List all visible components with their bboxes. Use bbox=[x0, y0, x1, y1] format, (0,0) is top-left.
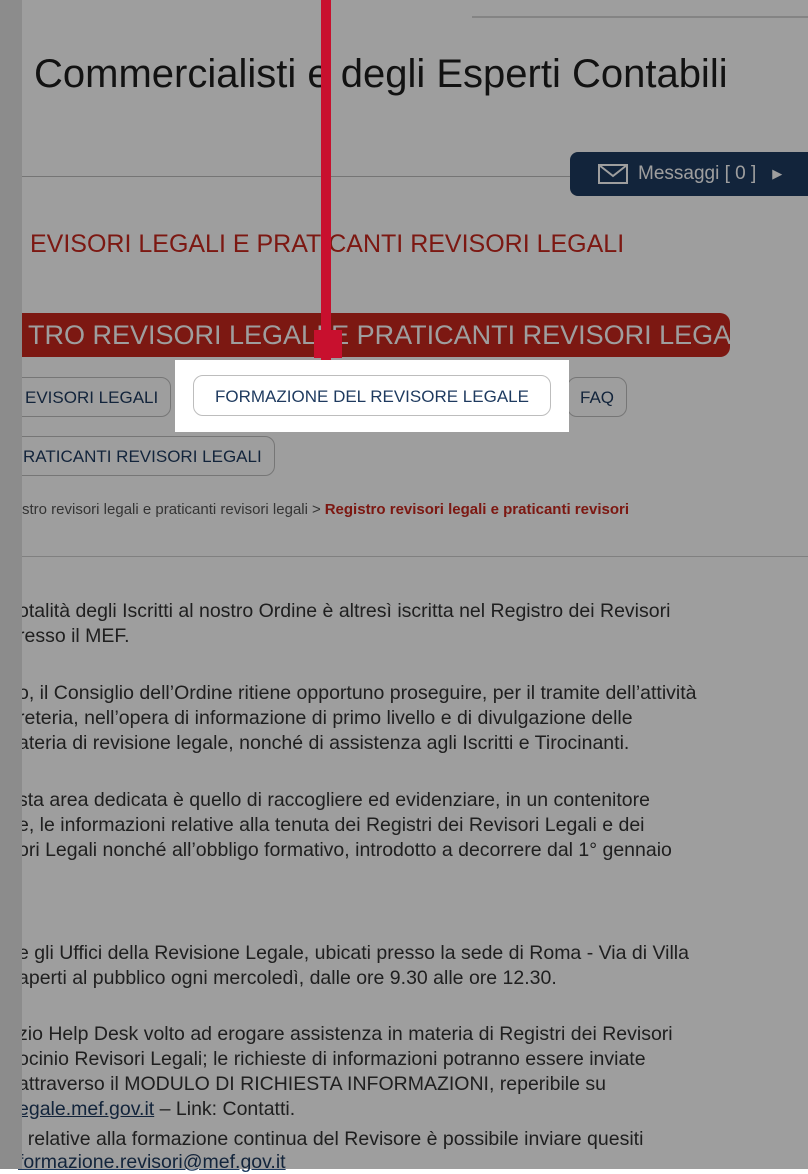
content-line: e gli Uffici della Revisione Legale, ubi… bbox=[18, 942, 689, 964]
breadcrumb-separator: > bbox=[311, 501, 321, 518]
content-line: o, il Consiglio dell’Ordine ritiene oppo… bbox=[18, 682, 697, 704]
tab-formazione-revisore-legale[interactable]: FORMAZIONE DEL REVISORE LEGALE bbox=[193, 375, 551, 416]
tab-revisori-legali[interactable]: EVISORI LEGALI bbox=[12, 377, 172, 417]
content-line: aperti al pubblico ogni mercoledì, dalle… bbox=[18, 967, 557, 989]
content-line: resso il MEF. bbox=[18, 625, 130, 647]
content-line: ocinio Revisori Legali; le richieste di … bbox=[18, 1048, 646, 1070]
content-line: formazione.revisori@mef.gov.it bbox=[18, 1150, 808, 1174]
content-line: sta area dedicata è quello di raccoglier… bbox=[18, 789, 650, 811]
messages-button[interactable]: Messaggi [ 0 ] ▶ bbox=[570, 152, 808, 196]
pointer-marker bbox=[314, 330, 342, 358]
content-line: attraverso il MODULO DI RICHIESTA INFORM… bbox=[18, 1073, 606, 1095]
tab-praticanti-revisori-legali[interactable]: RATICANTI REVISORI LEGALI bbox=[10, 436, 275, 476]
content-line: ori Legali nonché all’obbligo formativo,… bbox=[18, 839, 672, 861]
caret-right-icon: ▶ bbox=[772, 166, 783, 181]
email-link[interactable]: formazione.revisori@mef.gov.it bbox=[18, 1151, 286, 1173]
tab-faq[interactable]: FAQ bbox=[567, 377, 628, 417]
top-bar bbox=[0, 0, 808, 18]
mef-site-link[interactable]: egale.mef.gov.it bbox=[18, 1098, 154, 1120]
breadcrumb-divider bbox=[22, 556, 808, 557]
search-field[interactable] bbox=[472, 0, 808, 18]
content-line: otalità degli Iscritti al nostro Ordine … bbox=[18, 600, 671, 622]
content-line: reteria, nell’opera di informazione di p… bbox=[18, 707, 633, 729]
active-nav-item[interactable]: TRO REVISORI LEGALI E PRATICANTI REVISOR… bbox=[22, 313, 754, 357]
breadcrumb: stro revisori legali e praticanti reviso… bbox=[22, 501, 629, 518]
link-suffix: – Link: Contatti. bbox=[154, 1098, 296, 1120]
pointer-line bbox=[321, 0, 331, 360]
messages-label: Messaggi [ 0 ] bbox=[638, 163, 757, 184]
mail-icon bbox=[598, 164, 628, 184]
breadcrumb-current: Registro revisori legali e praticanti re… bbox=[324, 501, 630, 518]
left-scroll-strip bbox=[0, 0, 22, 1169]
content-line: egale.mef.gov.it – Link: Contatti. bbox=[18, 1097, 808, 1121]
content-line: ateria di revisione legale, nonché di as… bbox=[18, 732, 630, 754]
site-title: Commercialisti e degli Esperti Contabili bbox=[34, 52, 728, 96]
breadcrumb-parent-link[interactable]: stro revisori legali e praticanti reviso… bbox=[22, 501, 308, 518]
content-line: zio Help Desk volto ad erogare assistenz… bbox=[18, 1023, 673, 1045]
content-line: i relative alla formazione continua del … bbox=[18, 1128, 644, 1150]
content-line: e, le informazioni relative alla tenuta … bbox=[18, 814, 645, 836]
